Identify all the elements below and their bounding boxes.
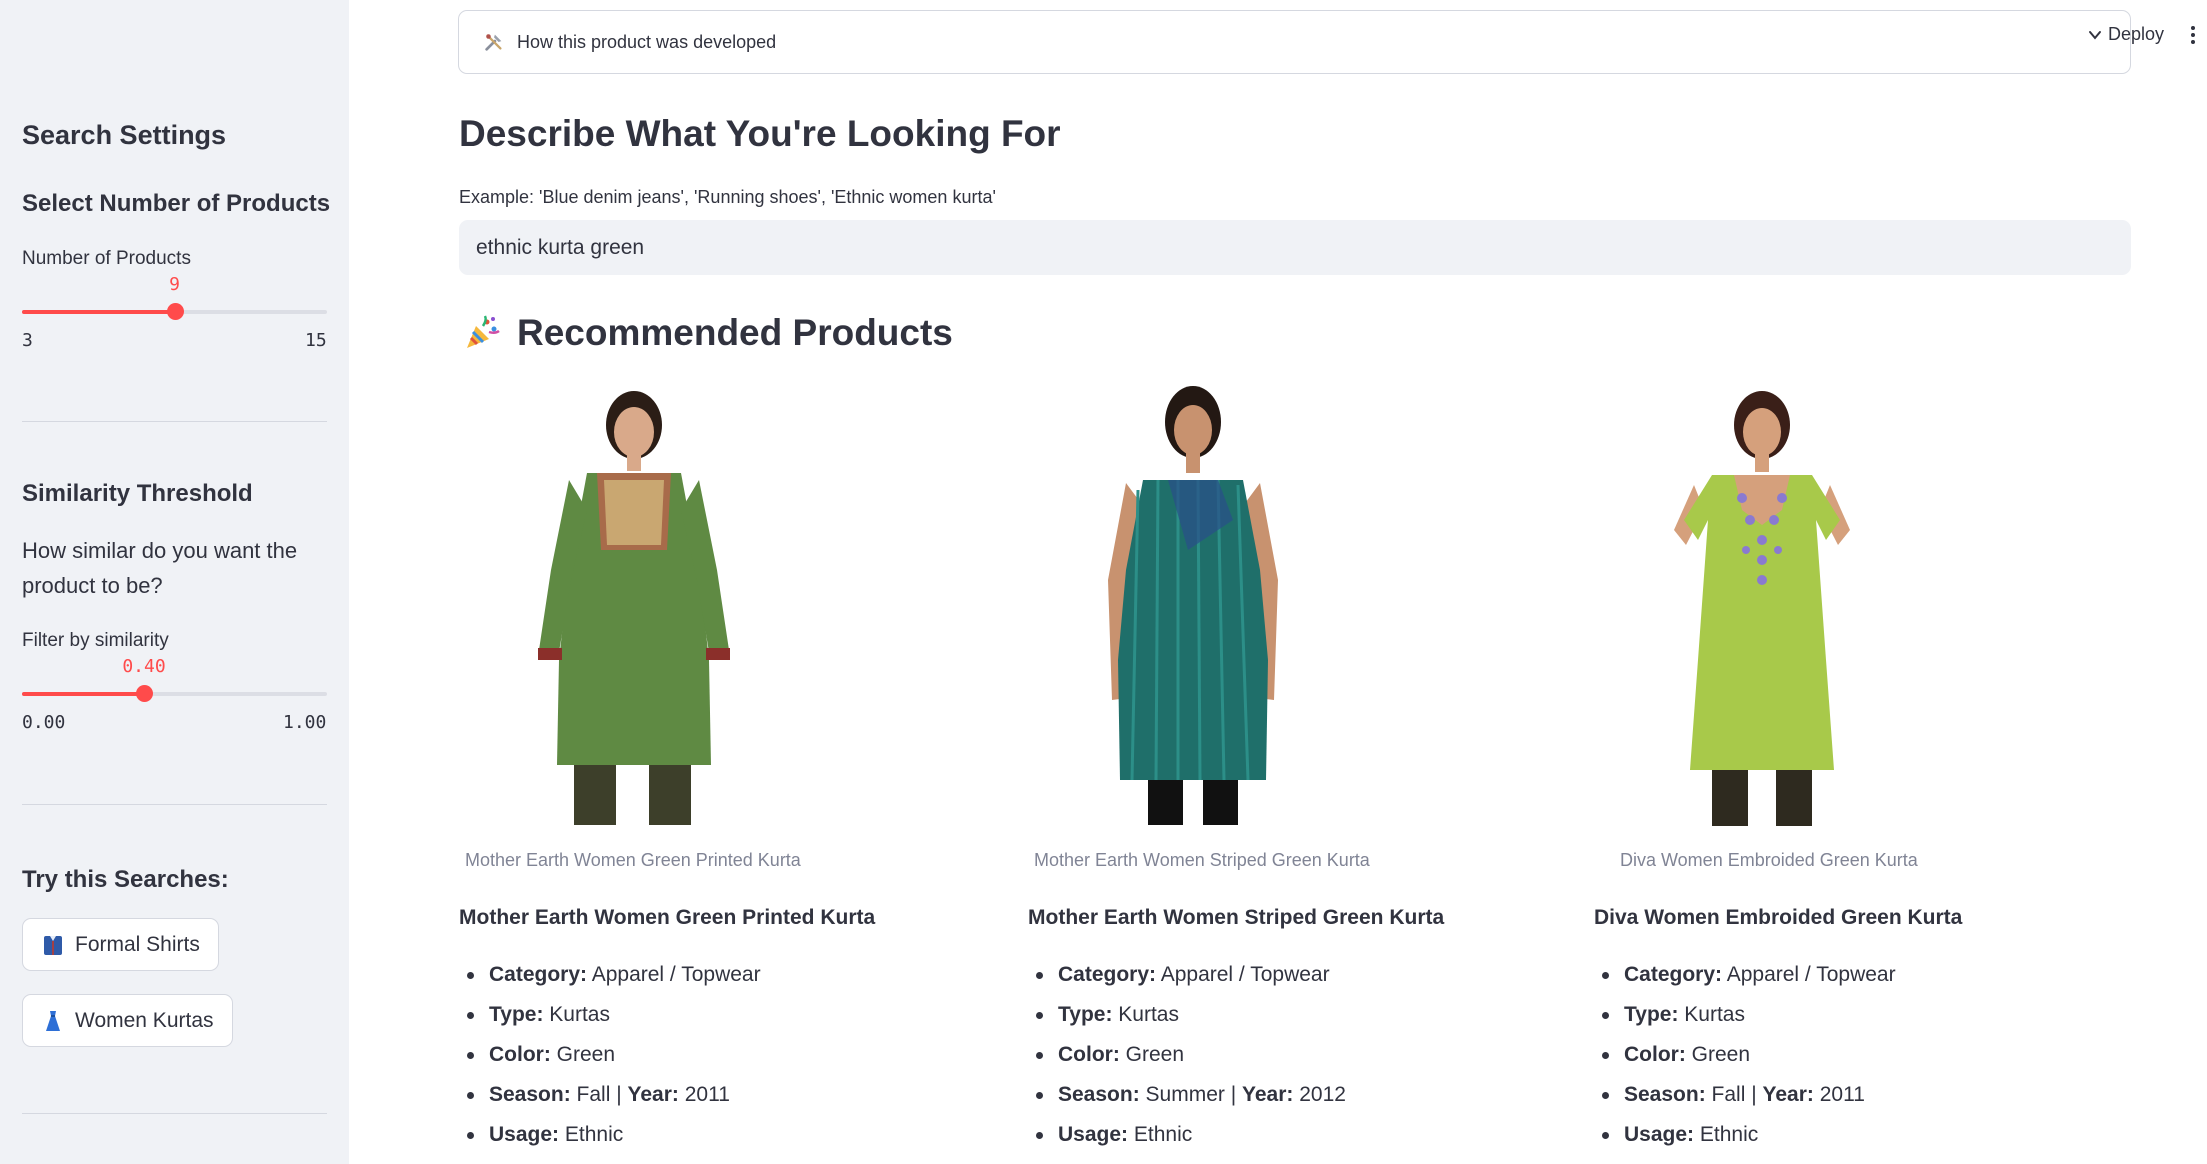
slider-fill: [22, 310, 175, 314]
product-attributes: Category: Apparel / Topwear Type: Kurtas…: [1036, 955, 1346, 1155]
attr-color: Color: Green: [467, 1035, 761, 1075]
main-menu-icon[interactable]: [2190, 24, 2196, 48]
search-input[interactable]: [459, 220, 2131, 275]
sidebar-divider: [22, 1113, 327, 1114]
attr-usage: Usage: Ethnic: [1036, 1115, 1346, 1155]
slider-min-label: 0.00: [22, 712, 66, 733]
app-root: Search Settings Select Number of Product…: [0, 0, 2207, 1164]
slider-min-label: 3: [22, 330, 33, 351]
product-attributes: Category: Apparel / Topwear Type: Kurtas…: [1602, 955, 1896, 1155]
product-image: [1028, 380, 1593, 836]
attr-season-year: Season: Fall | Year: 2011: [467, 1075, 761, 1115]
slider-fill: [22, 692, 144, 696]
product-card: Mother Earth Women Striped Green Kurta M…: [1028, 380, 1593, 1146]
slider-max-label: 15: [305, 330, 327, 351]
attr-season-year: Season: Fall | Year: 2011: [1602, 1075, 1896, 1115]
product-attributes: Category: Apparel / Topwear Type: Kurtas…: [467, 955, 761, 1155]
attr-category: Category: Apparel / Topwear: [467, 955, 761, 995]
how-developed-expander[interactable]: How this product was developed: [458, 10, 2131, 74]
tools-emoji-icon: [485, 34, 502, 51]
product-card: Diva Women Embroided Green Kurta Diva Wo…: [1594, 380, 2159, 1146]
attr-type: Type: Kurtas: [467, 995, 761, 1035]
product-caption: Diva Women Embroided Green Kurta: [1620, 850, 1918, 870]
product-image: [1594, 380, 2159, 836]
product-card: Mother Earth Women Green Printed Kurta M…: [459, 380, 1024, 1146]
formal-shirts-button[interactable]: Formal Shirts: [22, 918, 219, 971]
sidebar-title: Search Settings: [22, 120, 227, 150]
slider-thumb[interactable]: [166, 303, 184, 320]
product-name: Mother Earth Women Striped Green Kurta: [1028, 906, 1445, 929]
recommended-heading: Recommended Products: [463, 312, 953, 354]
kurta-striped-figure-icon: [1108, 386, 1278, 825]
slider-max-label: 1.00: [283, 712, 327, 733]
similarity-slider[interactable]: 0.40: [22, 656, 327, 716]
attr-color: Color: Green: [1602, 1035, 1896, 1075]
attr-type: Type: Kurtas: [1602, 995, 1896, 1035]
attr-category: Category: Apparel / Topwear: [1036, 955, 1346, 995]
product-caption: Mother Earth Women Striped Green Kurta: [1034, 850, 1370, 870]
attr-color: Color: Green: [1036, 1035, 1346, 1075]
slider-value: 9: [169, 274, 180, 295]
search-example-text: Example: 'Blue denim jeans', 'Running sh…: [459, 187, 996, 207]
recommended-title: Recommended Products: [517, 312, 953, 353]
slider-thumb[interactable]: [136, 685, 153, 702]
similarity-heading: Similarity Threshold: [22, 480, 253, 507]
num-products-slider[interactable]: 9: [22, 274, 327, 334]
attr-usage: Usage: Ethnic: [467, 1115, 761, 1155]
women-kurtas-button[interactable]: Women Kurtas: [22, 994, 233, 1047]
formal-shirts-label: Formal Shirts: [75, 932, 200, 956]
slider-value: 0.40: [122, 656, 166, 677]
sidebar-divider: [22, 804, 327, 805]
party-popper-icon: [467, 315, 500, 348]
attr-season-year: Season: Summer | Year: 2012: [1036, 1075, 1346, 1115]
kurta-printed-figure-icon: [538, 391, 730, 825]
num-products-heading: Select Number of Products: [22, 190, 331, 217]
chevron-down-icon[interactable]: [2088, 28, 2102, 42]
try-searches-heading: Try this Searches:: [22, 866, 229, 893]
similarity-label: Filter by similarity: [22, 630, 169, 651]
similarity-question: How similar do you want the product to b…: [22, 538, 298, 598]
sidebar-divider: [22, 421, 327, 422]
shirt-emoji-icon: [44, 935, 62, 955]
page-title: Describe What You're Looking For: [459, 113, 1061, 154]
attr-type: Type: Kurtas: [1036, 995, 1346, 1035]
product-image: [459, 380, 1024, 836]
product-name: Mother Earth Women Green Printed Kurta: [459, 906, 876, 929]
women-kurtas-label: Women Kurtas: [75, 1008, 214, 1032]
num-products-label: Number of Products: [22, 248, 191, 269]
product-name: Diva Women Embroided Green Kurta: [1594, 906, 1963, 929]
product-caption: Mother Earth Women Green Printed Kurta: [465, 850, 801, 870]
expander-label: How this product was developed: [517, 31, 777, 52]
deploy-button[interactable]: Deploy: [2108, 24, 2164, 45]
sidebar: Search Settings Select Number of Product…: [0, 0, 349, 1164]
attr-usage: Usage: Ethnic: [1602, 1115, 1896, 1155]
attr-category: Category: Apparel / Topwear: [1602, 955, 1896, 995]
dress-emoji-icon: [46, 1010, 60, 1031]
kurta-embroidered-figure-icon: [1674, 391, 1850, 826]
